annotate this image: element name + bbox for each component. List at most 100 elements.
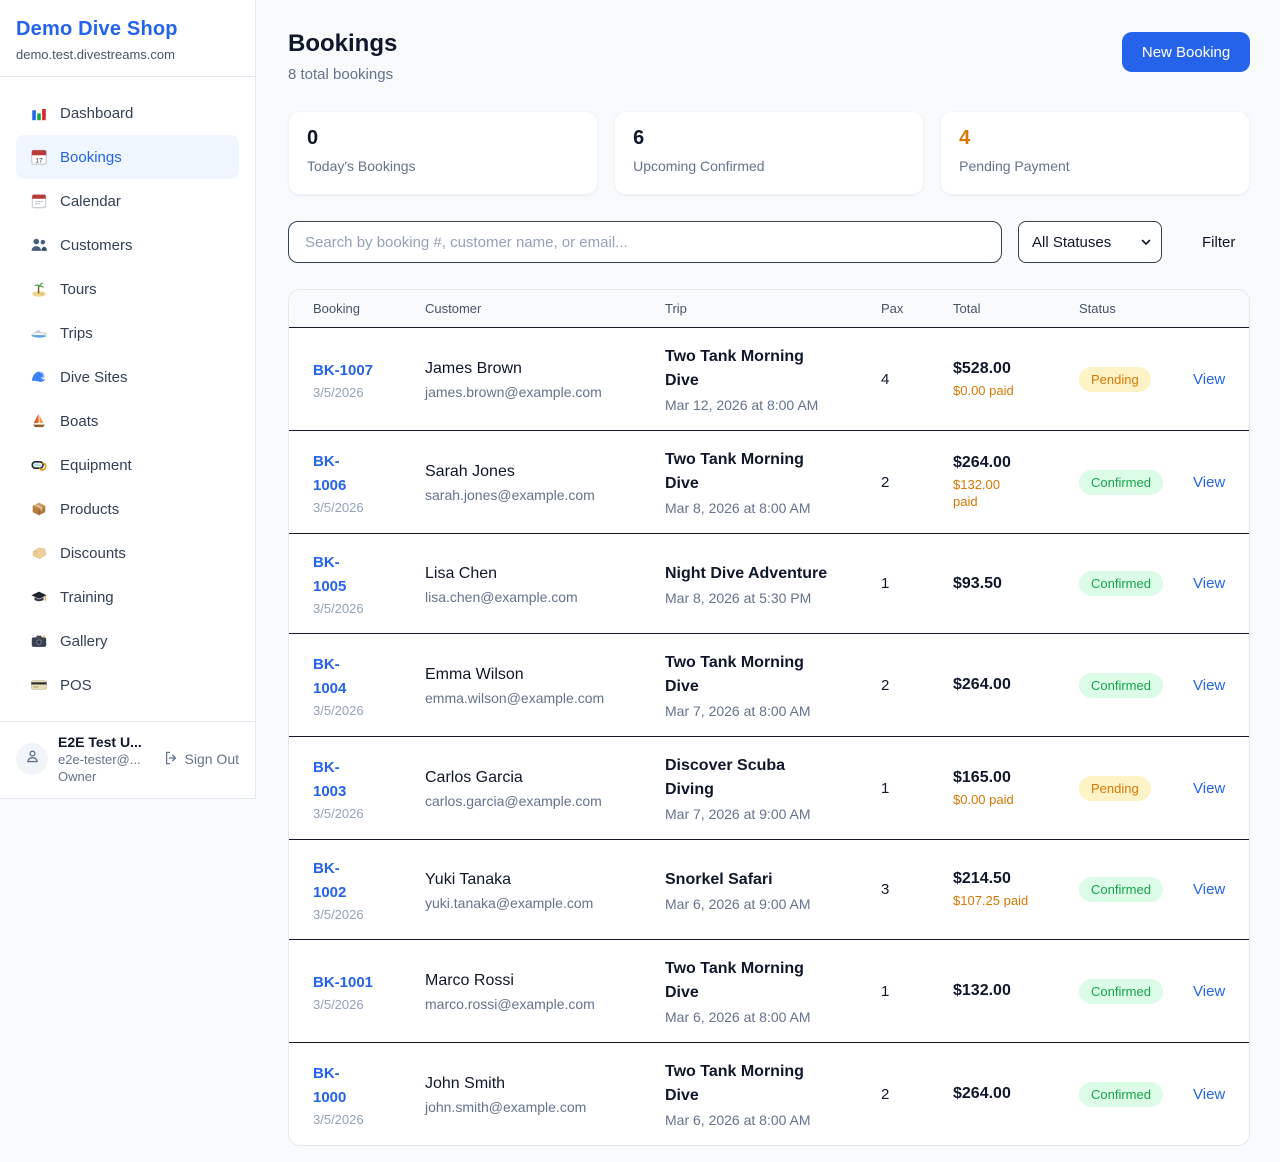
status-badge: Confirmed [1079,1082,1163,1107]
page-header-titles: Bookings 8 total bookings [288,30,397,83]
total-cell: $264.00 [953,676,1077,694]
total-amount: $165.00 [953,769,1077,787]
stat-card: 0Today's Bookings [288,111,598,195]
sidebar-item-calendar[interactable]: Calendar [16,179,239,223]
booking-number-link[interactable]: BK- 1000 [313,1062,423,1110]
booking-date: 3/5/2026 [313,500,423,515]
diving-mask-icon [30,456,48,474]
sidebar-item-dashboard[interactable]: Dashboard [16,91,239,135]
booking-date: 3/5/2026 [313,907,423,922]
sidebar-item-discounts[interactable]: Discounts [16,531,239,575]
sidebar-item-boats[interactable]: Boats [16,399,239,443]
view-link[interactable]: View [1193,983,1225,1000]
view-link[interactable]: View [1193,780,1225,797]
booking-number-link[interactable]: BK- 1004 [313,653,423,701]
status-cell: Pending [1079,367,1191,392]
booking-number-link[interactable]: BK- 1003 [313,756,423,804]
customer-name: James Brown [425,358,663,380]
trip-name: Two Tank Morning Dive [665,1060,879,1108]
sidebar-item-label: POS [60,677,92,694]
trip-datetime: Mar 6, 2026 at 9:00 AM [665,896,879,912]
paid-amount: $132.00 paid [953,476,1077,510]
bookings-table: BookingCustomerTripPaxTotalStatus BK-100… [288,289,1250,1146]
status-cell: Confirmed [1079,673,1191,698]
status-badge: Confirmed [1079,877,1163,902]
total-amount: $264.00 [953,1085,1077,1103]
sidebar-item-dive-sites[interactable]: Dive Sites [16,355,239,399]
booking-number-link[interactable]: BK-1007 [313,359,423,383]
customer-cell: Yuki Tanaka yuki.tanaka@example.com [425,869,663,911]
pax-value: 2 [881,474,951,491]
sailboat-icon [30,412,48,430]
island-icon [30,280,48,298]
pax-value: 1 [881,780,951,797]
trip-datetime: Mar 6, 2026 at 8:00 AM [665,1112,879,1128]
sign-out-button[interactable]: Sign Out [163,750,239,769]
trip-datetime: Mar 8, 2026 at 5:30 PM [665,590,879,606]
view-link[interactable]: View [1193,371,1225,388]
status-cell: Confirmed [1079,470,1191,495]
status-select[interactable]: All Statuses [1018,221,1162,263]
view-link[interactable]: View [1193,575,1225,592]
booking-cell: BK- 1002 3/5/2026 [313,857,423,922]
sidebar-item-gallery[interactable]: Gallery [16,619,239,663]
sidebar-item-products[interactable]: Products [16,487,239,531]
sidebar-item-trips[interactable]: Trips [16,311,239,355]
sidebar-item-label: Equipment [60,457,132,474]
status-cell: Confirmed [1079,877,1191,902]
customer-name: Marco Rossi [425,970,663,992]
trip-cell: Discover Scuba Diving Mar 7, 2026 at 9:0… [665,754,879,822]
customer-email: marco.rossi@example.com [425,996,663,1012]
credit-card-icon [30,676,48,694]
user-info: E2E Test U... e2e-tester@... Owner [58,734,153,784]
logout-icon [163,750,179,769]
customer-cell: Emma Wilson emma.wilson@example.com [425,664,663,706]
booking-date: 3/5/2026 [313,806,423,821]
customer-cell: Marco Rossi marco.rossi@example.com [425,970,663,1012]
pax-value: 2 [881,1086,951,1103]
sidebar-item-label: Dive Sites [60,369,128,386]
trip-datetime: Mar 7, 2026 at 8:00 AM [665,703,879,719]
column-header-trip: Trip [665,301,879,316]
paid-amount: $107.25 paid [953,892,1077,909]
sign-out-label: Sign Out [185,751,239,767]
sidebar-item-pos[interactable]: POS [16,663,239,707]
sidebar-item-label: Customers [60,237,133,254]
filter-button[interactable]: Filter [1190,226,1247,259]
sidebar-item-customers[interactable]: Customers [16,223,239,267]
sidebar-item-equipment[interactable]: Equipment [16,443,239,487]
tear-calendar-icon [30,192,48,210]
view-link[interactable]: View [1193,677,1225,694]
view-link[interactable]: View [1193,881,1225,898]
sidebar-item-bookings[interactable]: 17Bookings [16,135,239,179]
trip-cell: Night Dive Adventure Mar 8, 2026 at 5:30… [665,562,879,606]
stat-label: Today's Bookings [307,158,579,174]
status-cell: Pending [1079,776,1191,801]
view-link[interactable]: View [1193,474,1225,491]
booking-number-link[interactable]: BK- 1002 [313,857,423,905]
sidebar-item-training[interactable]: Training [16,575,239,619]
status-cell: Confirmed [1079,979,1191,1004]
status-badge: Confirmed [1079,979,1163,1004]
customer-name: Carlos Garcia [425,767,663,789]
column-header-pax: Pax [881,301,951,316]
total-amount: $264.00 [953,676,1077,694]
stat-label: Upcoming Confirmed [633,158,905,174]
total-amount: $264.00 [953,454,1077,472]
view-link[interactable]: View [1193,1086,1225,1103]
customer-cell: James Brown james.brown@example.com [425,358,663,400]
pax-value: 1 [881,575,951,592]
user-icon [24,748,41,770]
booking-number-link[interactable]: BK-1001 [313,971,423,995]
new-booking-button[interactable]: New Booking [1122,32,1250,72]
sidebar-item-tours[interactable]: Tours [16,267,239,311]
search-input[interactable] [288,221,1002,263]
trip-cell: Snorkel Safari Mar 6, 2026 at 9:00 AM [665,868,879,912]
wave-icon [30,368,48,386]
booking-date: 3/5/2026 [313,997,423,1012]
trip-datetime: Mar 8, 2026 at 8:00 AM [665,500,879,516]
column-header-total: Total [953,301,1077,316]
sidebar-nav: Dashboard17BookingsCalendar Customers Tour… [0,77,255,717]
booking-number-link[interactable]: BK- 1005 [313,551,423,599]
booking-number-link[interactable]: BK- 1006 [313,450,423,498]
